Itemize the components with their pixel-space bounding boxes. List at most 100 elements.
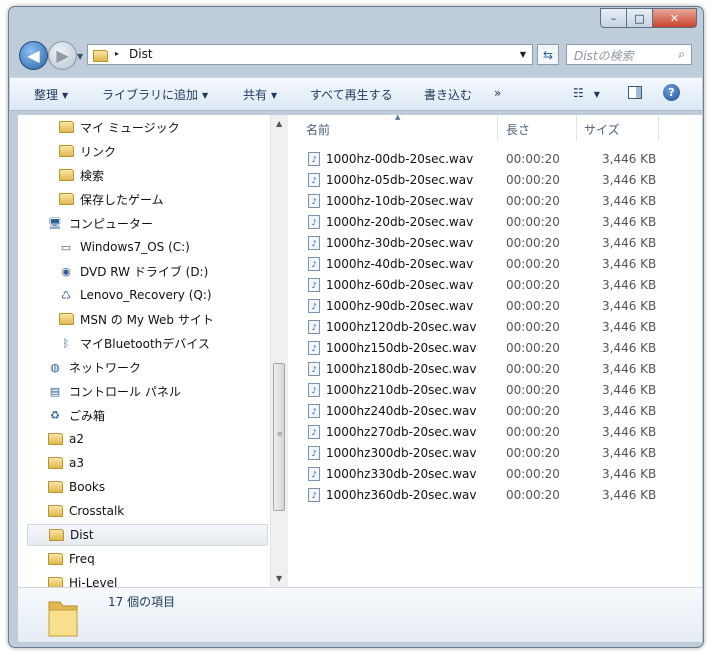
column-divider[interactable] (658, 115, 659, 141)
nav-item[interactable]: ᛒ マイBluetoothデバイス (58, 332, 210, 354)
nav-item-label: マイBluetoothデバイス (80, 336, 210, 351)
audio-file-icon: ♪ (308, 362, 320, 376)
nav-item[interactable]: 検索 (58, 164, 104, 186)
recovery-drive-icon: ♺ (61, 288, 71, 302)
file-row[interactable]: ♪ 1000hz180db-20sec.wav 00:00:20 3,446 KB (308, 359, 688, 380)
audio-file-icon: ♪ (308, 341, 320, 355)
address-dropdown-icon[interactable]: ▼ (520, 50, 526, 59)
play-all-button[interactable]: すべて再生する (310, 86, 393, 103)
file-name: 1000hz180db-20sec.wav (326, 362, 477, 376)
file-length: 00:00:20 (506, 320, 560, 334)
file-name: 1000hz-60db-20sec.wav (326, 278, 474, 292)
nav-item[interactable]: a2 (47, 428, 84, 450)
column-divider[interactable] (576, 115, 577, 141)
nav-item[interactable]: Dist (27, 524, 268, 546)
saved-games-icon (58, 191, 74, 207)
file-row[interactable]: ♪ 1000hz240db-20sec.wav 00:00:20 3,446 KB (308, 401, 688, 422)
nav-item[interactable]: ◉ DVD RW ドライブ (D:) (58, 260, 208, 282)
file-row[interactable]: ♪ 1000hz300db-20sec.wav 00:00:20 3,446 KB (308, 443, 688, 464)
nav-item[interactable]: 保存したゲーム (58, 188, 164, 210)
network-icon: ◍ (50, 360, 60, 374)
breadcrumb-dist[interactable]: Dist (129, 47, 153, 61)
nav-item[interactable]: 🖥 コンピューター (47, 212, 153, 234)
nav-item[interactable]: ♺ Lenovo_Recovery (Q:) (58, 284, 212, 306)
organize-button[interactable]: 整理 ▼ (34, 86, 68, 103)
more-commands-button[interactable]: » (494, 86, 501, 100)
file-size: 3,446 KB (602, 467, 657, 481)
file-row[interactable]: ♪ 1000hz-10db-20sec.wav 00:00:20 3,446 KB (308, 191, 688, 212)
nav-item[interactable]: ♻ ごみ箱 (47, 404, 105, 426)
breadcrumb-separator[interactable]: ▸ (115, 49, 119, 58)
nav-item[interactable]: リンク (58, 140, 116, 162)
nav-item-label: a2 (69, 432, 84, 446)
dvd-drive-icon: ◉ (61, 264, 71, 278)
change-view-button[interactable]: ☷ ▼ (573, 86, 600, 100)
file-row[interactable]: ♪ 1000hz360db-20sec.wav 00:00:20 3,446 KB (308, 485, 688, 506)
forward-button[interactable]: ▶ (48, 41, 77, 70)
file-row[interactable]: ♪ 1000hz-40db-20sec.wav 00:00:20 3,446 KB (308, 254, 688, 275)
refresh-button[interactable]: ⇆ (537, 44, 559, 65)
burn-button[interactable]: 書き込む (424, 86, 472, 103)
file-name: 1000hz-90db-20sec.wav (326, 299, 474, 313)
nav-item[interactable]: Crosstalk (47, 500, 124, 522)
nav-item[interactable]: ◍ ネットワーク (47, 356, 141, 378)
close-button[interactable]: ✕ (653, 8, 697, 28)
help-button[interactable]: ? (663, 84, 680, 101)
folder-icon (48, 527, 64, 543)
share-button[interactable]: 共有 ▼ (243, 86, 277, 103)
search-icon[interactable]: ⌕ (678, 47, 685, 62)
nav-item-label: 検索 (80, 168, 105, 183)
nav-item[interactable]: マイ ミュージック (58, 116, 180, 138)
recent-pages-dropdown-icon[interactable]: ▼ (77, 52, 83, 61)
minimize-button[interactable]: – (600, 8, 627, 28)
file-row[interactable]: ♪ 1000hz270db-20sec.wav 00:00:20 3,446 KB (308, 422, 688, 443)
file-row[interactable]: ♪ 1000hz210db-20sec.wav 00:00:20 3,446 KB (308, 380, 688, 401)
column-header-length[interactable]: 長さ (506, 121, 530, 138)
column-divider[interactable] (497, 115, 498, 141)
nav-item[interactable]: ▤ コントロール パネル (47, 380, 181, 402)
address-bar[interactable]: ▸ Dist ▼ (87, 44, 533, 65)
scroll-down-icon[interactable]: ▼ (276, 574, 282, 583)
preview-pane-button[interactable] (628, 86, 642, 99)
file-row[interactable]: ♪ 1000hz-20db-20sec.wav 00:00:20 3,446 KB (308, 212, 688, 233)
scrollbar-thumb[interactable]: ≡ (273, 363, 285, 511)
search-input[interactable]: Distの検索 ⌕ (566, 44, 692, 65)
nav-item[interactable]: Freq (47, 548, 95, 570)
folder-icon (47, 431, 63, 447)
nav-item-label: Hi-Level (69, 576, 118, 587)
nav-item[interactable]: a3 (47, 452, 84, 474)
navigation-scrollbar[interactable]: ▲ ≡ ▼ (270, 115, 288, 587)
nav-item[interactable]: Hi-Level (47, 572, 117, 587)
column-header-name[interactable]: 名前 (306, 121, 330, 138)
back-button[interactable]: ◀ (19, 41, 48, 70)
nav-item[interactable]: MSN の My Web サイト (58, 308, 214, 330)
audio-file-icon: ♪ (308, 236, 320, 250)
arrow-left-icon: ◀ (27, 46, 40, 65)
file-row[interactable]: ♪ 1000hz-90db-20sec.wav 00:00:20 3,446 KB (308, 296, 688, 317)
maximize-button[interactable]: □ (627, 8, 653, 28)
nav-item[interactable]: Books (47, 476, 105, 498)
file-size: 3,446 KB (602, 278, 657, 292)
links-folder-icon (58, 143, 74, 159)
nav-item-label: Crosstalk (69, 504, 125, 518)
column-header-size[interactable]: サイズ (584, 121, 620, 138)
file-row[interactable]: ♪ 1000hz-00db-20sec.wav 00:00:20 3,446 KB (308, 149, 688, 170)
file-row[interactable]: ♪ 1000hz-05db-20sec.wav 00:00:20 3,446 KB (308, 170, 688, 191)
audio-file-icon: ♪ (308, 215, 320, 229)
file-name: 1000hz-40db-20sec.wav (326, 257, 474, 271)
file-size: 3,446 KB (602, 320, 657, 334)
audio-file-icon: ♪ (308, 278, 320, 292)
grip-icon: ≡ (277, 430, 283, 438)
nav-item[interactable]: ▭ Windows7_OS (C:) (58, 236, 190, 258)
file-row[interactable]: ♪ 1000hz-60db-20sec.wav 00:00:20 3,446 KB (308, 275, 688, 296)
file-row[interactable]: ♪ 1000hz-30db-20sec.wav 00:00:20 3,446 KB (308, 233, 688, 254)
file-name: 1000hz-30db-20sec.wav (326, 236, 474, 250)
add-to-library-button[interactable]: ライブラリに追加 ▼ (102, 86, 208, 103)
file-size: 3,446 KB (602, 173, 657, 187)
file-row[interactable]: ♪ 1000hz120db-20sec.wav 00:00:20 3,446 KB (308, 317, 688, 338)
file-row[interactable]: ♪ 1000hz330db-20sec.wav 00:00:20 3,446 KB (308, 464, 688, 485)
file-length: 00:00:20 (506, 341, 560, 355)
scroll-up-icon[interactable]: ▲ (276, 119, 282, 128)
file-row[interactable]: ♪ 1000hz150db-20sec.wav 00:00:20 3,446 KB (308, 338, 688, 359)
chevron-down-icon: ▼ (62, 91, 69, 100)
